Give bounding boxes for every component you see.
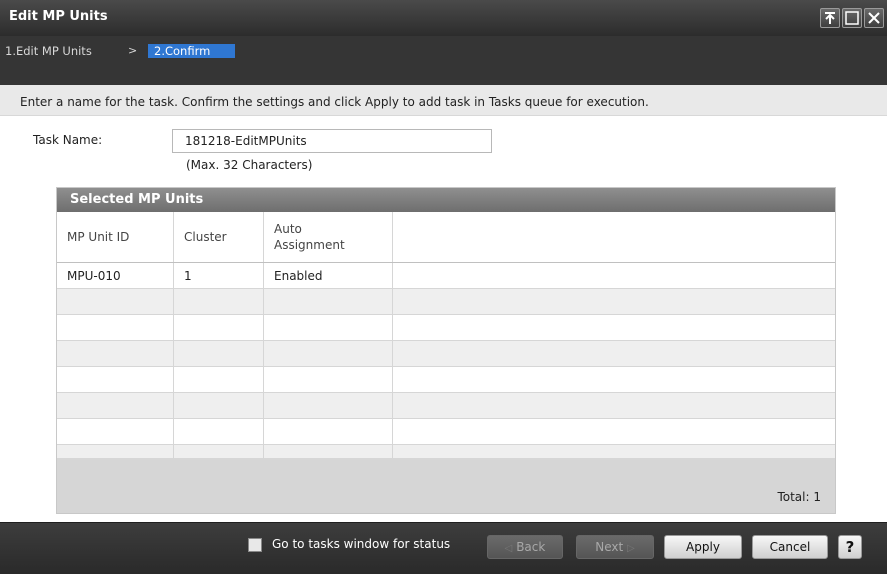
apply-button[interactable]: Apply xyxy=(664,535,742,559)
pin-icon[interactable] xyxy=(820,8,840,28)
table-footer: Total: 1 xyxy=(57,458,835,513)
cell-cluster: 1 xyxy=(173,262,264,289)
empty-row xyxy=(57,392,835,419)
mp-units-table: MP Unit ID Cluster Auto Assignment MPU-0… xyxy=(57,212,835,471)
go-to-tasks-checkbox[interactable] xyxy=(248,538,262,552)
auto-assignment-header-text: Auto Assignment xyxy=(274,222,345,252)
cell-blank xyxy=(392,262,835,289)
empty-row xyxy=(57,314,835,341)
close-icon[interactable] xyxy=(864,8,884,28)
panel-title: Selected MP Units xyxy=(70,192,204,207)
back-button[interactable]: ◁ Back xyxy=(487,535,563,559)
empty-row xyxy=(57,366,835,393)
edit-mp-units-dialog: Edit MP Units 1.Edit MP Units > 2.Confir… xyxy=(0,0,887,574)
column-header-mp-unit-id[interactable]: MP Unit ID xyxy=(57,212,174,263)
maximize-icon[interactable] xyxy=(842,8,862,28)
empty-row xyxy=(57,340,835,367)
task-name-label: Task Name: xyxy=(33,133,103,147)
cell-mp-unit-id: MPU-010 xyxy=(57,262,174,289)
chevron-left-icon: ◁ xyxy=(504,543,513,554)
column-header-cluster[interactable]: Cluster xyxy=(173,212,264,263)
task-name-hint: (Max. 32 Characters) xyxy=(186,158,313,172)
step-separator: > xyxy=(128,44,138,57)
cell-auto-assignment: Enabled xyxy=(263,262,393,289)
go-to-tasks-label[interactable]: Go to tasks window for status xyxy=(272,537,450,551)
column-header-auto-assignment[interactable]: Auto Assignment xyxy=(263,212,393,263)
column-header-blank xyxy=(392,212,835,263)
back-button-label: Back xyxy=(516,540,546,554)
selected-mp-units-panel: Selected MP Units MP Unit ID Cluster Aut… xyxy=(56,187,836,514)
instruction-text: Enter a name for the task. Confirm the s… xyxy=(20,95,649,109)
window-title: Edit MP Units xyxy=(9,9,108,24)
next-button[interactable]: Next ▷ xyxy=(576,535,654,559)
empty-row xyxy=(57,288,835,315)
panel-header: Selected MP Units xyxy=(57,188,835,212)
total-count: Total: 1 xyxy=(777,490,821,504)
table-row[interactable]: MPU-010 1 Enabled xyxy=(57,262,835,289)
empty-row xyxy=(57,418,835,445)
next-button-label: Next xyxy=(595,540,624,554)
title-bar: Edit MP Units xyxy=(0,0,887,37)
cancel-button[interactable]: Cancel xyxy=(752,535,828,559)
instruction-bar: Enter a name for the task. Confirm the s… xyxy=(0,85,887,116)
dialog-footer: Go to tasks window for status ◁ Back Nex… xyxy=(0,522,887,574)
step-confirm: 2.Confirm xyxy=(148,44,235,58)
chevron-right-icon: ▷ xyxy=(627,543,635,554)
step-edit-mp-units[interactable]: 1.Edit MP Units xyxy=(5,44,92,58)
wizard-steps: 1.Edit MP Units > 2.Confirm xyxy=(0,36,887,85)
help-icon[interactable]: ? xyxy=(838,535,862,559)
task-name-input[interactable]: 181218-EditMPUnits xyxy=(172,129,492,153)
